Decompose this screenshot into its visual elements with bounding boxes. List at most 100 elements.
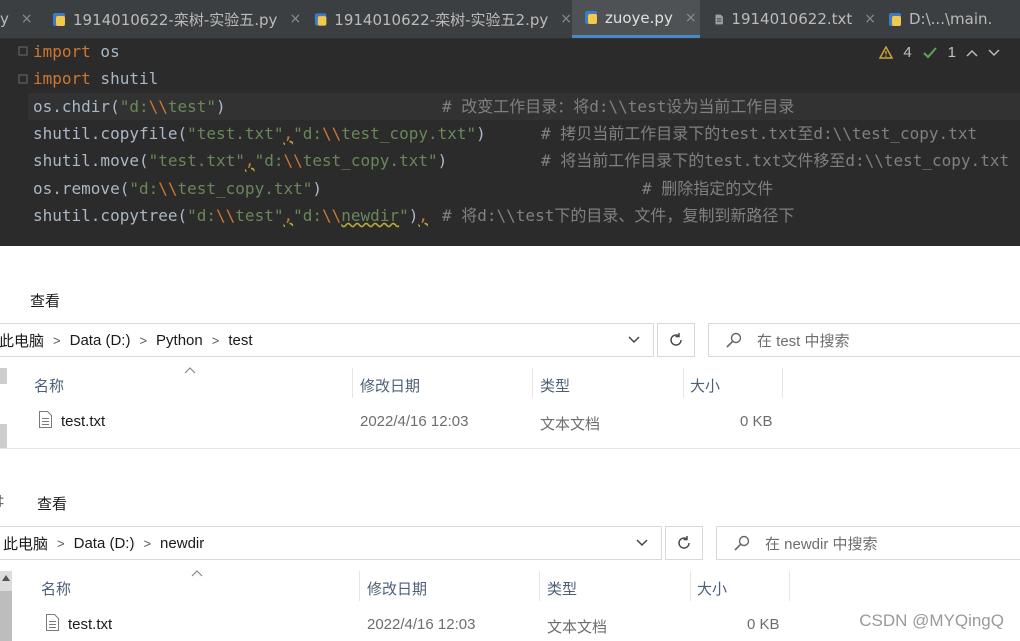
code-comment-6: # 删除指定的文件 <box>642 179 774 198</box>
column-header-name[interactable]: 名称 <box>41 578 71 599</box>
tab-zuoye[interactable]: zuoye.py × <box>572 0 700 38</box>
code-editor[interactable]: import os import shutil os.chdir("d:\\te… <box>0 38 1020 246</box>
code-line-2: import shutil <box>33 69 159 88</box>
chevron-right-icon[interactable]: > <box>57 536 65 551</box>
close-icon[interactable]: × <box>864 11 876 27</box>
column-divider[interactable] <box>352 368 353 398</box>
tab-txt-file[interactable]: 1914010622.txt × <box>700 0 876 38</box>
scrollbar-thumb[interactable] <box>0 591 12 641</box>
tab-label: 1914010622-栾树-实验五2.py <box>334 10 549 29</box>
editor-tab-bar: y × 1914010622-栾树-实验五.py × 1914010622-栾树… <box>0 0 1020 39</box>
watermark: CSDN @MYQingQ <box>859 611 1004 630</box>
column-divider[interactable] <box>539 571 540 601</box>
tab-experiment-5[interactable]: 1914010622-栾树-实验五.py × <box>40 0 302 38</box>
file-name: test.txt <box>61 413 106 430</box>
address-bar[interactable]: 此电脑 > Data (D:) > Python > test <box>0 323 654 357</box>
close-icon[interactable]: × <box>685 10 697 26</box>
column-divider[interactable] <box>532 368 533 398</box>
column-header-size[interactable]: 大小 <box>697 578 727 599</box>
warning-icon <box>879 46 894 59</box>
search-input[interactable]: 在 test 中搜索 <box>708 323 1020 357</box>
scrollbar-thumb[interactable] <box>0 424 7 448</box>
ribbon-tab-view[interactable]: 查看 <box>30 290 60 311</box>
tab-label: zuoye.py <box>605 8 673 27</box>
chevron-down-icon[interactable] <box>635 535 649 549</box>
close-icon[interactable]: × <box>289 11 301 27</box>
breadcrumb-this-pc[interactable]: 此电脑 <box>3 533 48 554</box>
file-name: test.txt <box>68 616 113 633</box>
weak-warning-count: 1 <box>947 44 956 61</box>
tab-main[interactable]: D:\...\main. <box>876 0 1020 38</box>
chevron-down-icon[interactable] <box>988 48 1000 58</box>
chevron-right-icon[interactable]: > <box>212 333 220 348</box>
close-icon[interactable]: × <box>560 11 572 27</box>
code-line-1: import os <box>33 42 120 61</box>
column-header-modified[interactable]: 修改日期 <box>360 375 420 396</box>
scrollbar-thumb[interactable] <box>0 368 7 384</box>
refresh-button[interactable] <box>665 526 703 560</box>
ribbon-tab-partial[interactable]: ‡ <box>0 493 4 510</box>
code-line-6: os.remove("d:\\test_copy.txt") <box>33 179 322 198</box>
column-header-modified[interactable]: 修改日期 <box>367 578 427 599</box>
code-comment-3: # 改变工作目录：将d:\\test设为当前工作目录 <box>442 97 795 116</box>
column-divider[interactable] <box>782 368 783 398</box>
search-placeholder: 在 test 中搜索 <box>757 332 850 350</box>
tab-label: 1914010622-栾树-实验五.py <box>73 10 278 29</box>
sort-ascending-icon[interactable] <box>191 569 203 577</box>
breadcrumb-drive[interactable]: Data (D:) <box>74 535 135 552</box>
file-modified: 2022/4/16 12:03 <box>367 616 476 633</box>
tab-label: y <box>0 10 9 28</box>
search-icon <box>734 535 750 551</box>
tab-partial[interactable]: y × <box>0 0 40 38</box>
column-header-type[interactable]: 类型 <box>540 375 570 396</box>
search-input[interactable]: 在 newdir 中搜索 <box>716 526 1020 560</box>
python-file-icon <box>53 12 65 26</box>
inspection-widget[interactable]: 4 1 <box>879 44 1000 61</box>
text-file-icon <box>715 14 723 24</box>
file-type: 文本文档 <box>540 416 601 433</box>
tab-label: D:\...\main. <box>909 10 993 28</box>
column-divider[interactable] <box>690 571 691 601</box>
chevron-right-icon[interactable]: > <box>143 536 151 551</box>
chevron-right-icon[interactable]: > <box>139 333 147 348</box>
file-explorer-test: 查看 此电脑 > Data (D:) > Python > test 在 test 中… <box>0 246 1020 448</box>
code-comment-5: # 将当前工作目录下的test.txt文件移至d:\\test_copy.txt <box>541 151 1010 170</box>
warning-count: 4 <box>903 44 912 61</box>
column-header-type[interactable]: 类型 <box>547 578 577 599</box>
python-file-icon <box>889 12 901 26</box>
ribbon-tab-view[interactable]: 查看 <box>37 493 67 514</box>
code-comment-4: # 拷贝当前工作目录下的test.txt至d:\\test_copy.txt <box>541 124 978 143</box>
column-divider[interactable] <box>683 368 684 398</box>
close-icon[interactable]: × <box>21 11 33 27</box>
breadcrumb-test[interactable]: test <box>228 332 252 349</box>
code-line-7: shutil.copytree("d:\\test","d:\\newdir")… <box>33 206 428 225</box>
check-icon <box>922 46 937 58</box>
fold-icon[interactable] <box>18 46 28 56</box>
text-file-icon <box>46 614 59 631</box>
fold-icon[interactable] <box>18 74 28 84</box>
python-file-icon <box>314 12 327 26</box>
column-divider[interactable] <box>789 571 790 601</box>
sort-ascending-icon[interactable] <box>184 366 196 374</box>
address-bar[interactable]: 此电脑 > Data (D:) > newdir <box>0 526 662 560</box>
text-file-icon <box>39 411 52 428</box>
breadcrumb-python[interactable]: Python <box>156 332 203 349</box>
chevron-down-icon[interactable] <box>627 332 641 346</box>
search-icon <box>726 332 742 348</box>
breadcrumb-drive[interactable]: Data (D:) <box>70 332 131 349</box>
refresh-button[interactable] <box>657 323 695 357</box>
column-header-name[interactable]: 名称 <box>34 375 64 396</box>
breadcrumb-newdir[interactable]: newdir <box>160 535 204 552</box>
column-divider[interactable] <box>359 571 360 601</box>
scroll-up-icon[interactable] <box>2 575 10 581</box>
refresh-icon <box>678 536 690 549</box>
tab-experiment-5-2[interactable]: 1914010622-栾树-实验五2.py × <box>302 0 572 38</box>
chevron-up-icon[interactable] <box>966 48 978 58</box>
refresh-icon <box>670 333 682 346</box>
breadcrumb-this-pc[interactable]: 此电脑 <box>0 330 44 351</box>
file-type: 文本文档 <box>547 619 608 636</box>
chevron-right-icon[interactable]: > <box>53 333 61 348</box>
ide-window: y × 1914010622-栾树-实验五.py × 1914010622-栾树… <box>0 0 1020 246</box>
column-header-size[interactable]: 大小 <box>690 375 720 396</box>
search-placeholder: 在 newdir 中搜索 <box>765 535 878 553</box>
